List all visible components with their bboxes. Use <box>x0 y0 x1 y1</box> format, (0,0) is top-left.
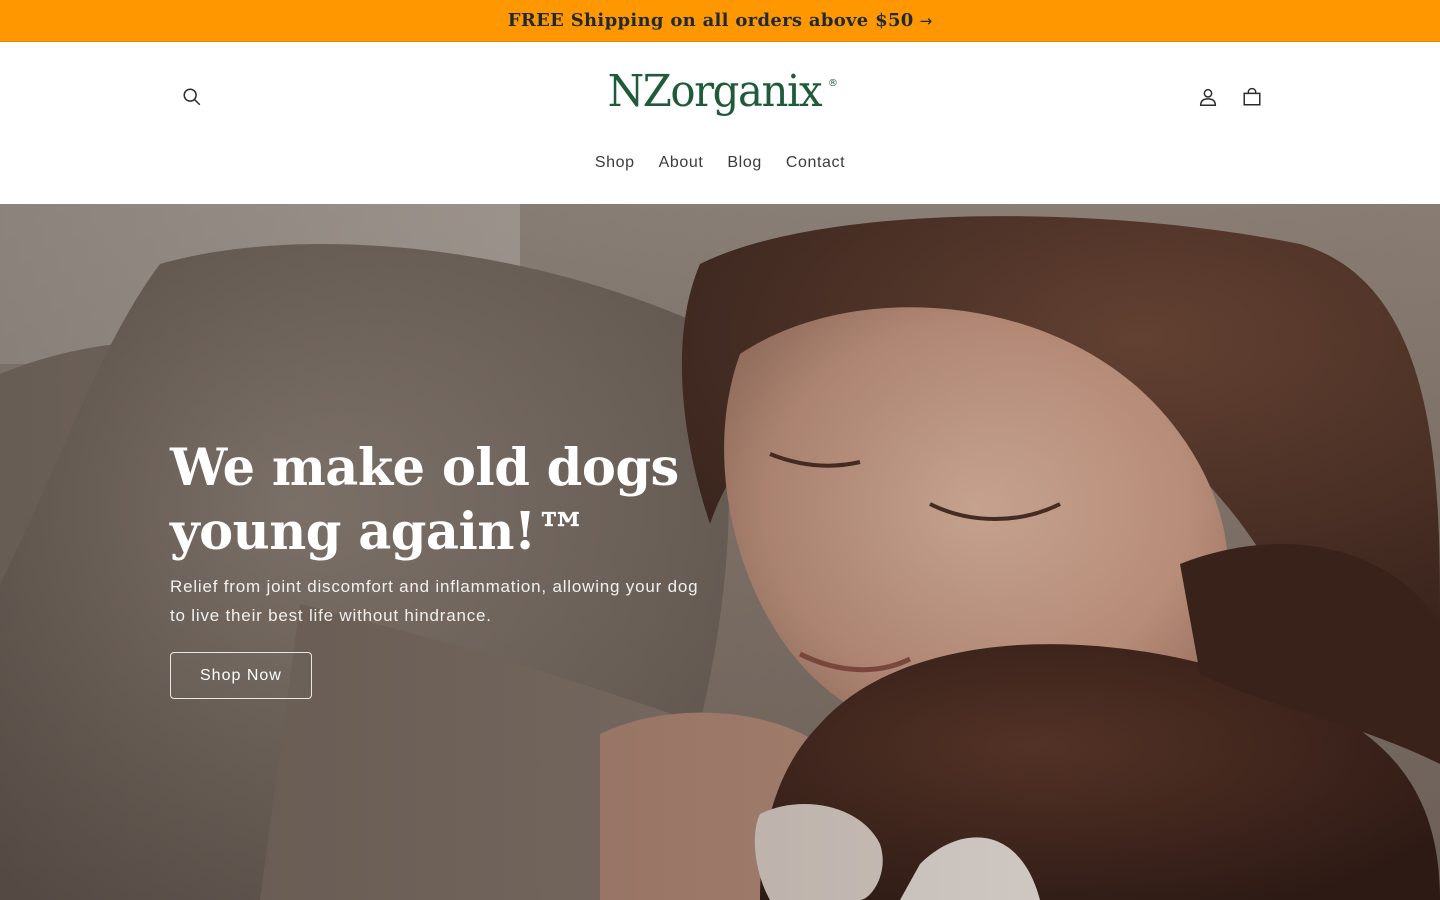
nav-item-blog[interactable]: Blog <box>715 150 773 176</box>
account-button[interactable] <box>1186 75 1230 119</box>
hero-subtitle-line-2: to live their best life without hindranc… <box>170 606 492 625</box>
main-nav: Shop About Blog Contact <box>0 150 1440 176</box>
arrow-right-icon: → <box>919 11 933 30</box>
shop-now-button[interactable]: Shop Now <box>170 652 312 699</box>
nav-item-contact[interactable]: Contact <box>774 150 857 176</box>
logo-wordmark: NZorganix <box>607 66 823 117</box>
cart-icon <box>1243 87 1261 106</box>
cart-button[interactable] <box>1230 75 1274 119</box>
hero-subtitle: Relief from joint discomfort and inflamm… <box>170 572 730 630</box>
announcement-bar[interactable]: FREE Shipping on all orders above $50 → <box>0 0 1440 42</box>
hero-content: We make old dogs young again!™ Relief fr… <box>170 436 730 699</box>
site-header: NZorganix ® Shop About Blog Contact <box>0 42 1440 204</box>
nav-item-about[interactable]: About <box>647 150 716 176</box>
hero-banner: We make old dogs young again!™ Relief fr… <box>0 204 1440 900</box>
nav-item-shop[interactable]: Shop <box>583 150 647 176</box>
user-icon <box>1199 88 1217 106</box>
registered-mark: ® <box>827 78 838 89</box>
hero-title-line-2: young again!™ <box>170 502 587 562</box>
announcement-text[interactable]: FREE Shipping on all orders above $50 <box>508 10 914 31</box>
hero-subtitle-line-1: Relief from joint discomfort and inflamm… <box>170 577 699 596</box>
hero-title: We make old dogs young again!™ <box>170 436 730 564</box>
hero-title-line-1: We make old dogs <box>170 438 679 498</box>
